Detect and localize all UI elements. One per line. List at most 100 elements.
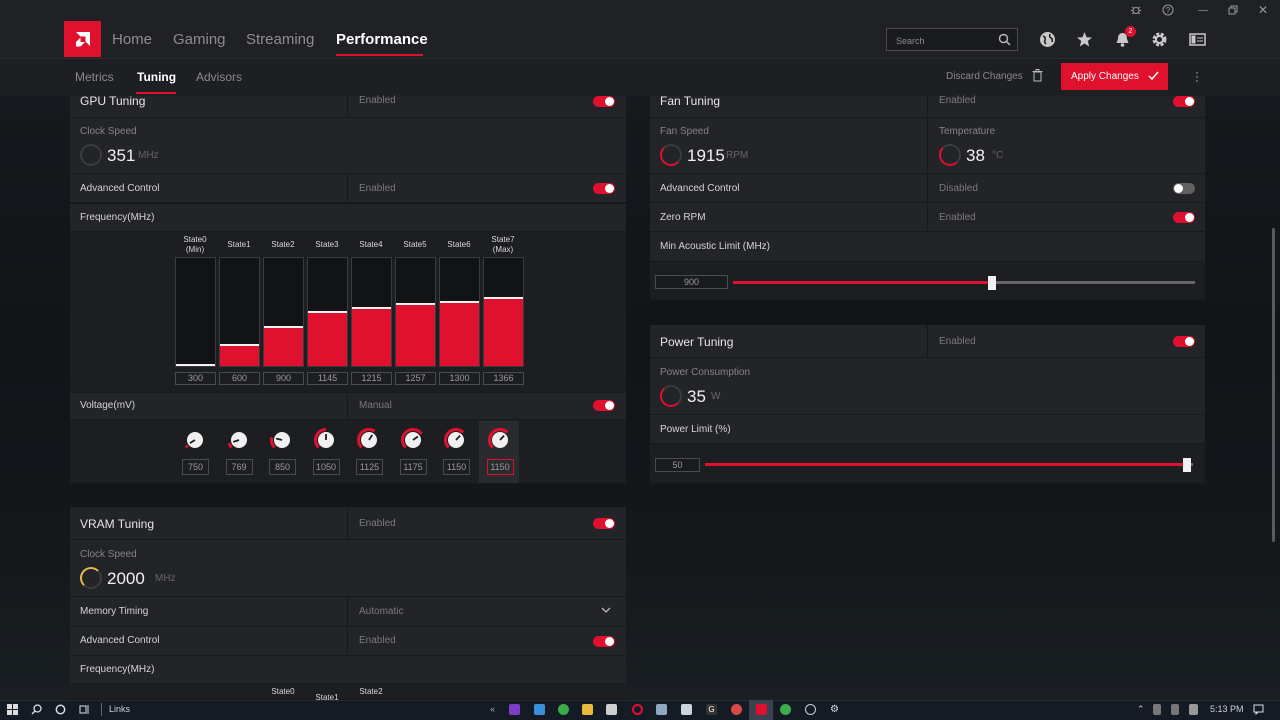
gpu-tuning-toggle[interactable] [593,96,615,107]
voltage-input[interactable]: 769 [225,459,253,475]
star-icon[interactable] [1076,31,1093,48]
vram-tuning-toggle[interactable] [593,518,615,529]
restore-icon[interactable] [1228,5,1238,15]
tab-advisors[interactable]: Advisors [196,70,242,84]
more-options-icon[interactable]: · · · [1195,66,1199,86]
voltage-knob[interactable] [270,428,294,452]
voltage-input[interactable]: 1050 [312,459,340,475]
network-icon[interactable] [1153,704,1161,715]
voltage-knob[interactable] [227,428,251,452]
discard-changes-button[interactable]: Discard Changes [946,71,1023,82]
amd-logo[interactable] [64,21,101,57]
state-frequency-input[interactable]: 1300 [439,372,480,385]
search-input[interactable]: Search [886,28,1018,51]
zero-rpm-status: Enabled [939,212,976,223]
scrollbar-thumb[interactable] [1272,228,1275,542]
state-frequency-input[interactable]: 1145 [307,372,348,385]
chrome-icon[interactable] [780,704,791,715]
voltage-knob[interactable] [444,428,468,452]
help-icon[interactable]: ? [1162,4,1174,16]
acoustic-limit-input[interactable]: 900 [655,275,728,289]
app-icon[interactable]: G [706,704,717,715]
state-frequency-input[interactable]: 1215 [351,372,392,385]
state-bar[interactable] [395,257,436,367]
settings-icon[interactable]: ⚙ [829,704,840,715]
layout-icon[interactable] [1189,31,1206,48]
tray-chevron-icon[interactable]: ⌃ [1137,704,1145,715]
cortana-icon[interactable] [55,704,66,715]
voltage-input[interactable]: 850 [269,459,296,475]
state-frequency-input[interactable]: 900 [263,372,304,385]
voltage-input[interactable]: 1150 [443,459,470,475]
state-frequency-input[interactable]: 1366 [483,372,524,385]
app-icon[interactable] [731,704,742,715]
state-bar[interactable] [263,257,304,367]
taskbar-chevron-icon[interactable]: « [490,704,495,714]
gpu-voltage-toggle[interactable] [593,400,615,411]
fan-tuning-toggle[interactable] [1173,96,1195,107]
temperature-label: Temperature [939,126,996,137]
power-limit-thumb[interactable] [1183,458,1191,472]
state-bar[interactable] [219,257,260,367]
nav-gaming[interactable]: Gaming [173,31,226,48]
power-tuning-toggle[interactable] [1173,336,1195,347]
mail-icon[interactable] [534,704,545,715]
twitch-icon[interactable] [509,704,520,715]
state-bar[interactable] [351,257,392,367]
close-icon[interactable]: ✕ [1258,3,1268,17]
app-icon[interactable] [681,704,692,715]
voltage-input[interactable]: 1150 [486,459,514,475]
taskbar-links[interactable]: Links [109,704,130,714]
nav-performance[interactable]: Performance [336,31,428,48]
chevron-down-icon[interactable] [601,607,611,614]
clock-app-icon[interactable] [805,704,816,715]
pen-icon[interactable] [1189,704,1198,715]
voltage-knob[interactable] [183,428,207,452]
acoustic-slider-thumb[interactable] [988,276,996,290]
tab-tuning[interactable]: Tuning [137,70,176,84]
nav-streaming[interactable]: Streaming [246,31,314,48]
zero-rpm-toggle[interactable] [1173,212,1195,223]
state-frequency-input[interactable]: 1257 [395,372,436,385]
gpu-advanced-toggle[interactable] [593,183,615,194]
vram-memory-timing-select[interactable]: Automatic [359,606,403,617]
voltage-input[interactable]: 1125 [356,459,383,475]
state-bar[interactable] [439,257,480,367]
trash-icon[interactable] [1032,69,1043,82]
power-limit-input[interactable]: 50 [655,458,700,472]
state-frequency-input[interactable]: 600 [219,372,260,385]
gear-icon[interactable] [1151,31,1168,48]
state-bar[interactable] [175,257,216,367]
voltage-knob[interactable] [400,428,425,452]
notifications-icon[interactable] [1253,704,1264,715]
nav-home[interactable]: Home [112,31,152,48]
voltage-knob[interactable] [487,428,512,452]
tab-metrics[interactable]: Metrics [75,70,114,84]
taskbar-clock[interactable]: 5:13 PM [1210,704,1244,714]
opera-icon[interactable] [632,704,643,715]
voltage-knob[interactable] [313,428,338,452]
voltage-input[interactable]: 750 [182,459,209,475]
state-bar[interactable] [307,257,348,367]
task-view-icon[interactable] [79,704,90,715]
store-icon[interactable] [606,704,617,715]
state-bar[interactable] [483,257,524,367]
vram-advanced-toggle[interactable] [593,636,615,647]
state-frequency-input[interactable]: 300 [175,372,216,385]
file-explorer-icon[interactable] [582,704,593,715]
voltage-input[interactable]: 1175 [399,459,427,475]
gpu-clock-label: Clock Speed [80,126,137,137]
fan-advanced-toggle[interactable] [1173,183,1195,194]
amd-software-icon[interactable] [756,704,767,715]
voltage-knob[interactable] [357,428,381,452]
app-icon[interactable] [656,704,667,715]
acoustic-limit-label: Min Acoustic Limit (MHz) [660,241,771,252]
chrome-icon[interactable] [558,704,569,715]
search-icon[interactable] [31,704,42,715]
bug-icon[interactable] [1130,4,1142,16]
apply-changes-button[interactable]: Apply Changes [1061,63,1168,90]
minimize-icon[interactable]: — [1198,5,1208,16]
windows-start-icon[interactable] [7,704,18,715]
volume-icon[interactable] [1171,704,1179,715]
globe-icon[interactable] [1039,31,1056,48]
